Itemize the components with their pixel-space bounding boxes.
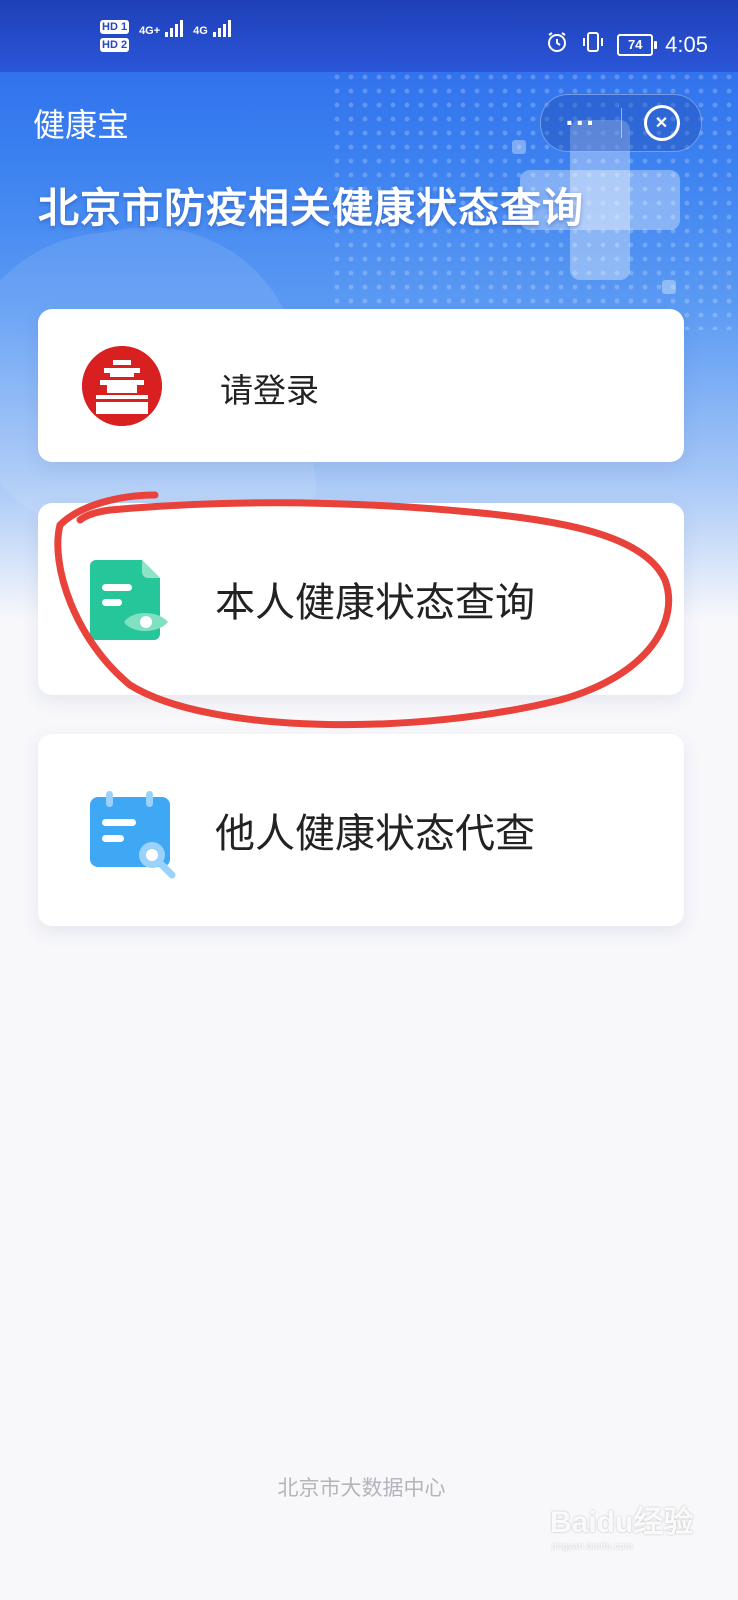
app-name: 健康宝 xyxy=(33,106,130,144)
calendar-search-icon xyxy=(90,791,176,879)
beijing-health-logo xyxy=(82,346,162,426)
hd-badge-2: HD 2 xyxy=(100,38,130,52)
hd-badge-1: HD 1 xyxy=(100,20,130,34)
battery-icon: 74 xyxy=(617,34,658,56)
network-type-1: 4G+ xyxy=(139,25,161,37)
close-mini-program-button[interactable]: ✕ xyxy=(622,105,701,141)
alarm-icon xyxy=(545,30,569,60)
signal-1: 4G+ xyxy=(139,20,184,37)
mini-program-capsule: ··· ✕ xyxy=(540,94,702,152)
baidu-jingyan-watermark: Baidu经验 jingyan.baidu.com xyxy=(550,1497,720,1559)
watermark-brand: Baidu经验 xyxy=(550,1506,694,1539)
signal-bars-icon xyxy=(165,20,184,37)
watermark-url: jingyan.baidu.com xyxy=(552,1541,634,1551)
clock: 4:05 xyxy=(665,32,708,57)
login-card[interactable]: 请登录 xyxy=(38,309,684,462)
login-label: 请登录 xyxy=(220,371,319,410)
signal-2: 4G xyxy=(193,20,231,37)
vibrate-icon xyxy=(581,30,605,60)
page-title: 北京市防疫相关健康状态查询 xyxy=(38,184,584,232)
more-options-button[interactable]: ··· xyxy=(541,107,621,139)
other-health-query-card[interactable]: 他人健康状态代查 xyxy=(38,734,684,926)
close-circle-icon: ✕ xyxy=(643,105,680,141)
document-eye-icon xyxy=(90,560,170,640)
self-health-query-card[interactable]: 本人健康状态查询 xyxy=(38,503,684,695)
self-health-query-label: 本人健康状态查询 xyxy=(215,580,535,626)
other-health-query-label: 他人健康状态代查 xyxy=(215,811,535,857)
status-bar: HD 1 HD 2 4G+ 4G 74 4:05 xyxy=(0,0,738,72)
small-cross-decoration xyxy=(512,140,526,154)
network-type-2: 4G xyxy=(193,25,208,37)
small-cross-decoration xyxy=(662,280,676,294)
signal-bars-icon xyxy=(212,20,231,37)
